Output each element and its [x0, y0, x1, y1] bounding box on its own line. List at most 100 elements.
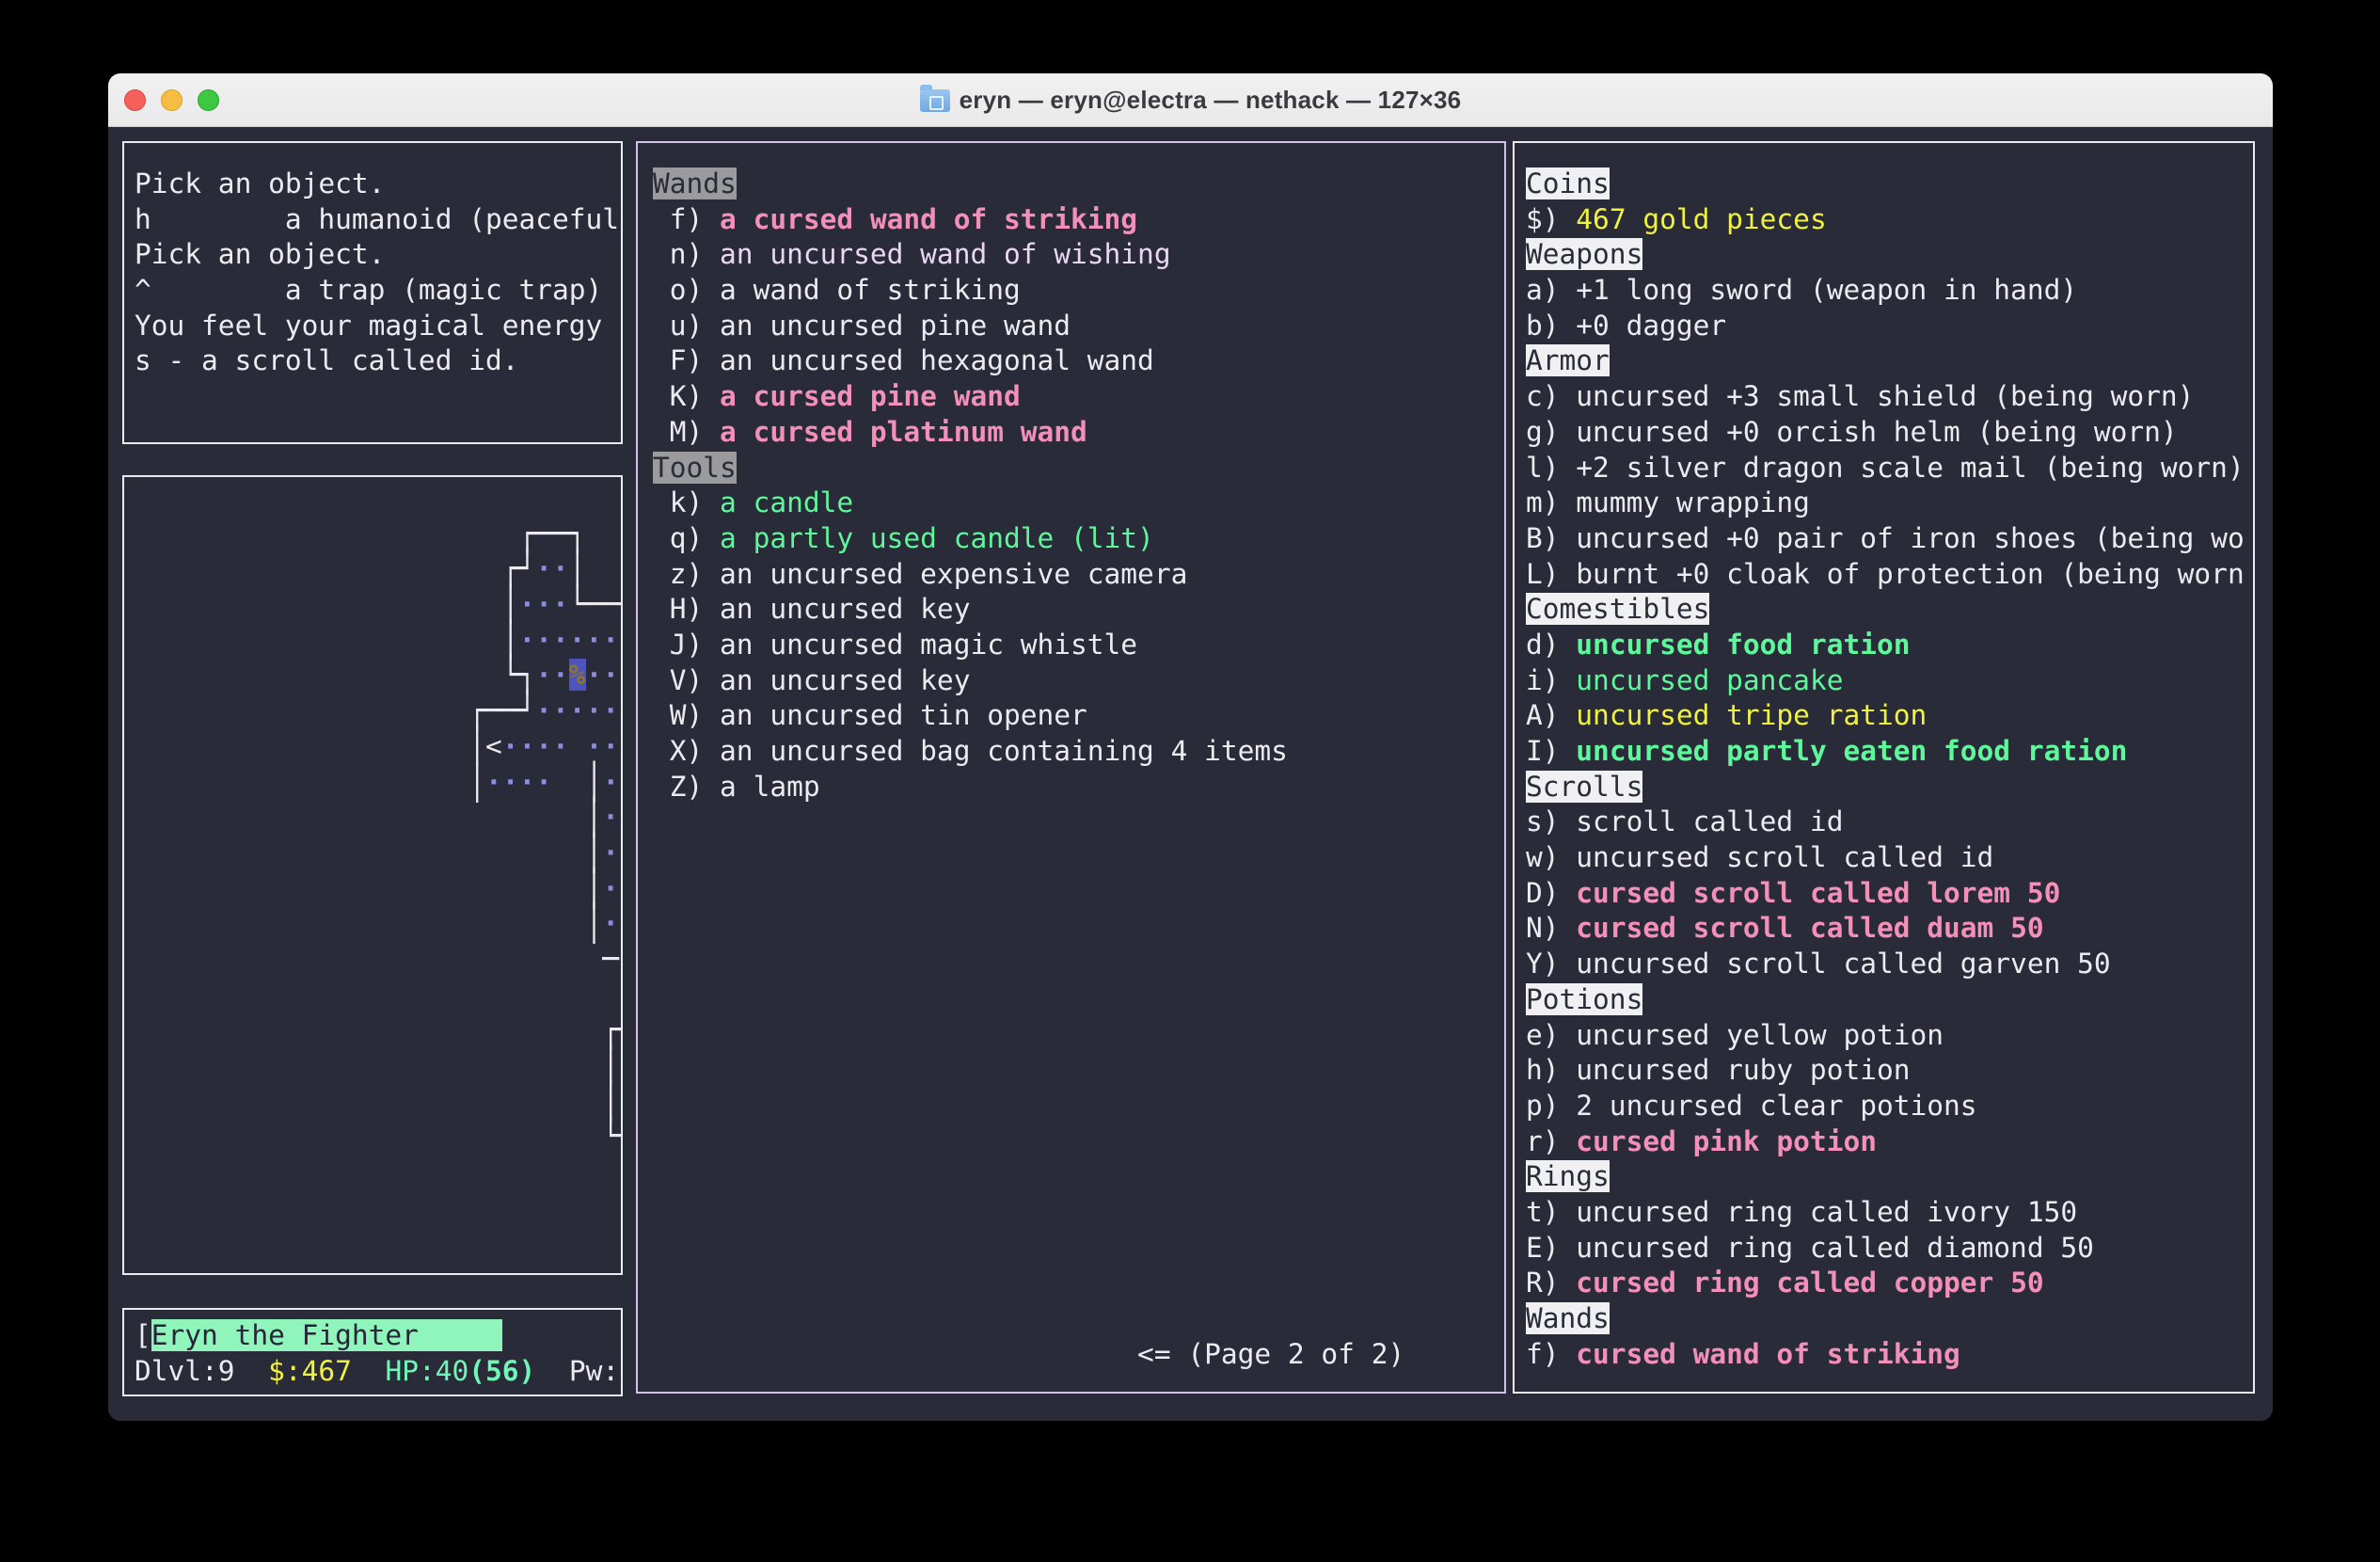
- terminal-line: z) an uncursed expensive camera: [653, 557, 1504, 593]
- text-green: a candle: [720, 486, 853, 518]
- text: $): [1526, 203, 1576, 235]
- text-yellow: uncursed tripe ration: [1576, 699, 1927, 731]
- text: M): [653, 416, 720, 448]
- map-pane[interactable]: ┌──┐ ┌┘··│ │···└─── │······ └┐··%·· ┌──┘…: [122, 475, 623, 1275]
- text: g) uncursed +0 orcish helm (being worn): [1526, 416, 2178, 448]
- terminal-line: Armor: [1526, 343, 2253, 379]
- text-pinkb: a cursed wand of striking: [720, 203, 1137, 235]
- terminal-line: └─: [135, 1119, 621, 1155]
- terminal-line: [653, 1195, 1504, 1231]
- text: B) uncursed +0 pair of iron shoes (being…: [1526, 522, 2245, 554]
- text: I): [1526, 735, 1576, 767]
- text-hpb: (56): [468, 1355, 535, 1387]
- text-stairs: <: [485, 730, 502, 762]
- terminal-line: p) 2 uncursed clear potions: [1526, 1089, 2253, 1124]
- terminal-line: F) an uncursed hexagonal wand: [653, 343, 1504, 379]
- terminal-line: Pick an object.: [135, 237, 621, 273]
- terminal-line: Wands: [653, 167, 1504, 202]
- text: R): [1526, 1267, 1576, 1299]
- terminal-line: $) 467 gold pieces: [1526, 202, 2253, 238]
- inventory-pane[interactable]: Coins$) 467 gold piecesWeaponsa) +1 long…: [1513, 141, 2255, 1394]
- text: J) an uncursed magic whistle: [653, 629, 1137, 661]
- text: i): [1526, 664, 1576, 696]
- terminal-line: A) uncursed tripe ration: [1526, 698, 2253, 734]
- terminal-line: │·: [135, 836, 621, 871]
- text-floor: ··: [535, 552, 569, 584]
- text-hdr2: Wands: [1526, 1302, 1610, 1334]
- text: L) burnt +0 cloak of protection (being w…: [1526, 558, 2245, 590]
- text: H) an uncursed key: [653, 593, 970, 625]
- text-hdr: Wands: [653, 167, 737, 199]
- text-floor: ······: [519, 624, 620, 656]
- text: V) an uncursed key: [653, 664, 970, 696]
- terminal-line: h) uncursed ruby potion: [1526, 1053, 2253, 1089]
- text: a) +1 long sword (weapon in hand): [1526, 274, 2077, 306]
- terminal-line: [653, 1266, 1504, 1301]
- status-pane[interactable]: [Eryn the Fighter Dlvl:9 $:467 HP:40(56)…: [122, 1308, 623, 1396]
- text: You feel your magical energy: [135, 310, 602, 342]
- terminal-line: k) a candle: [653, 486, 1504, 521]
- text-lav: an uncursed wand of wishing: [720, 238, 1171, 270]
- text: u) an uncursed pine wand: [653, 310, 1071, 342]
- text-hdr2: Rings: [1526, 1160, 1610, 1192]
- text: f): [653, 203, 720, 235]
- folder-icon[interactable]: [920, 89, 950, 112]
- text-floor: ·: [602, 907, 619, 939]
- terminal-line: D) cursed scroll called lorem 50: [1526, 876, 2253, 912]
- text: r): [1526, 1125, 1576, 1157]
- terminal-line: s - a scroll called id.: [135, 343, 621, 379]
- text: ^ a trap (magic trap): [135, 274, 602, 306]
- terminal-line: W) an uncursed tin opener: [653, 698, 1504, 734]
- text: m) mummy wrapping: [1526, 486, 1810, 518]
- terminal-content[interactable]: Pick an object.h a humanoid (peacefulPic…: [108, 127, 2273, 1421]
- terminal-line: [653, 1231, 1504, 1267]
- text: Z) a lamp: [653, 771, 820, 803]
- text: n): [653, 238, 720, 270]
- text-pinkb: cursed wand of striking: [1576, 1338, 1960, 1370]
- text: p) 2 uncursed clear potions: [1526, 1090, 1977, 1122]
- text-floor: ··: [586, 659, 620, 691]
- terminal-line: [653, 947, 1504, 982]
- text: [352, 1355, 386, 1387]
- terminal-line: ^ a trap (magic trap): [135, 273, 621, 309]
- terminal-line: R) cursed ring called copper 50: [1526, 1266, 2253, 1301]
- text-yellow: 467 gold pieces: [1576, 203, 1826, 235]
- terminal-line: l) +2 silver dragon scale mail (being wo…: [1526, 451, 2253, 486]
- terminal-line: Comestibles: [1526, 592, 2253, 628]
- message-pane[interactable]: Pick an object.h a humanoid (peacefulPic…: [122, 141, 623, 444]
- terminal-line: [653, 1159, 1504, 1195]
- terminal-window[interactable]: eryn — eryn@electra — nethack — 127×36 P…: [108, 73, 2273, 1421]
- terminal-line: Rings: [1526, 1159, 2253, 1195]
- text: Pick an object.: [135, 167, 385, 199]
- terminal-line: a) +1 long sword (weapon in hand): [1526, 273, 2253, 309]
- text: N): [1526, 912, 1576, 944]
- text-floor: ·····: [535, 694, 619, 726]
- terminal-line: Pick an object.: [135, 167, 621, 202]
- text-wall: └─: [135, 1114, 623, 1159]
- menu-pane[interactable]: Wands f) a cursed wand of striking n) an…: [636, 141, 1506, 1394]
- text: l) +2 silver dragon scale mail (being wo…: [1526, 452, 2245, 484]
- text: z) an uncursed expensive camera: [653, 558, 1187, 590]
- terminal-line: E) uncursed ring called diamond 50: [1526, 1231, 2253, 1267]
- terminal-line: e) uncursed yellow potion: [1526, 1018, 2253, 1054]
- window-title: eryn — eryn@electra — nethack — 127×36: [960, 86, 1462, 115]
- terminal-line: Weapons: [1526, 237, 2253, 273]
- terminal-line: L) burnt +0 cloak of protection (being w…: [1526, 557, 2253, 593]
- text-hdr2: Weapons: [1526, 238, 1642, 270]
- terminal-line: [653, 805, 1504, 840]
- terminal-line: [653, 982, 1504, 1018]
- text: D): [1526, 877, 1576, 909]
- text-floor: ··: [586, 730, 620, 762]
- text: <= (Page 2 of 2): [653, 1338, 1404, 1370]
- titlebar[interactable]: eryn — eryn@electra — nethack — 127×36: [108, 73, 2273, 127]
- terminal-line: Z) a lamp: [653, 770, 1504, 805]
- terminal-line: s) scroll called id: [1526, 805, 2253, 840]
- text-pinkb: a cursed pine wand: [720, 380, 1021, 412]
- terminal-line: b) +0 dagger: [1526, 309, 2253, 344]
- terminal-line: w) uncursed scroll called id: [1526, 840, 2253, 876]
- text-floor: ·: [602, 872, 619, 904]
- text-floor: ····: [502, 730, 569, 762]
- text-floor: ·: [602, 766, 619, 798]
- text-pinkb: cursed ring called copper 50: [1576, 1267, 2043, 1299]
- terminal-line: f) a cursed wand of striking: [653, 202, 1504, 238]
